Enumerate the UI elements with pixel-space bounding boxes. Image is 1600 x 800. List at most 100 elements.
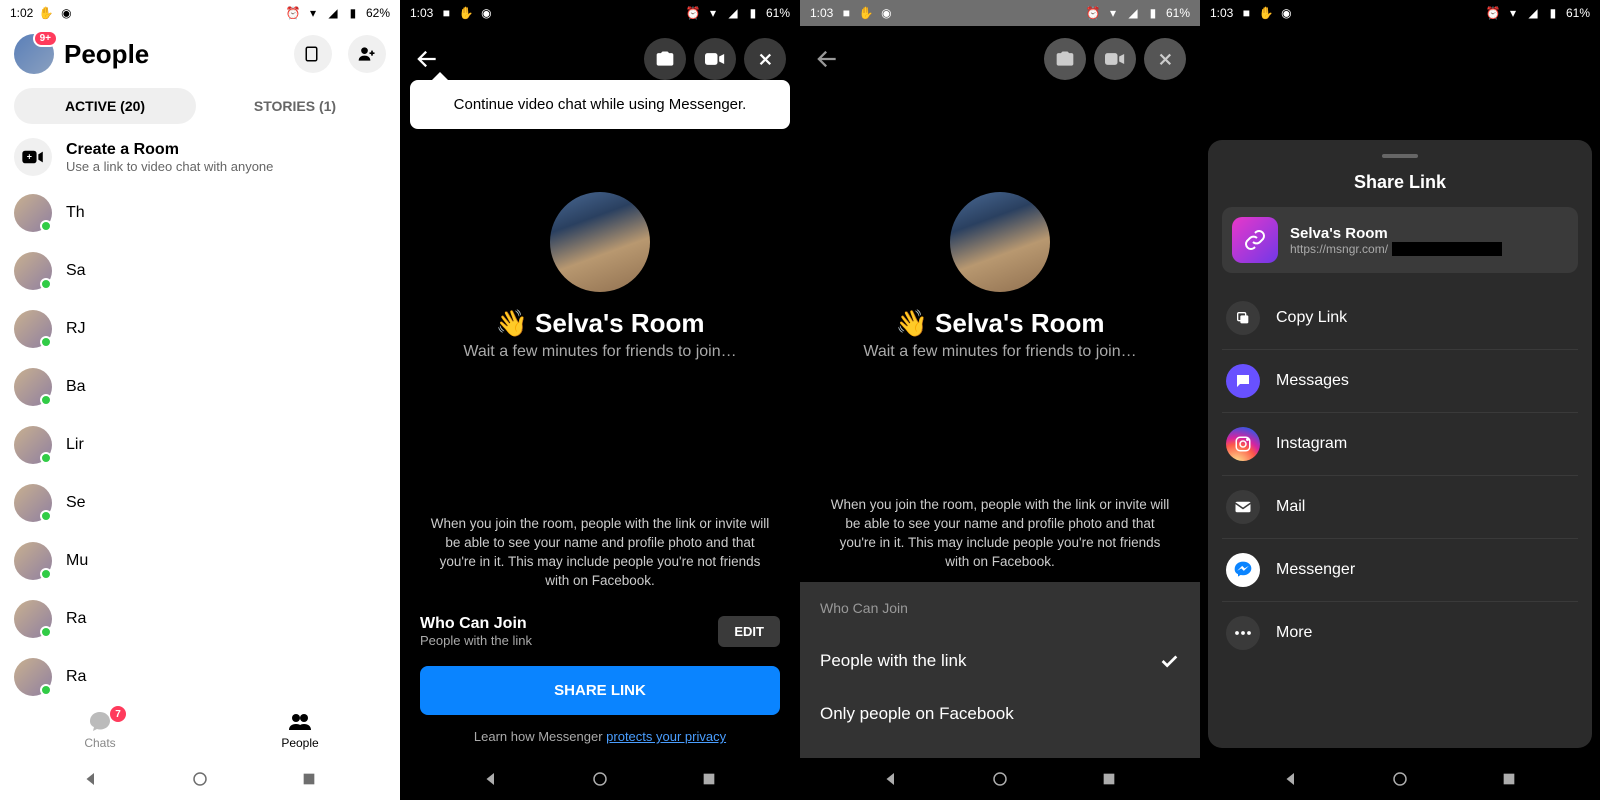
tab-chats-label: Chats — [84, 736, 115, 750]
option-link[interactable]: People with the link — [820, 634, 1180, 688]
nav-home[interactable] — [582, 761, 618, 797]
signal-icon: ◢ — [326, 6, 340, 20]
android-nav — [400, 758, 800, 800]
create-room-row[interactable]: + Create a Room Use a link to video chat… — [0, 130, 400, 184]
status-battery: 62% — [366, 6, 390, 20]
list-item[interactable]: Lir — [0, 416, 400, 474]
nav-home[interactable] — [182, 761, 218, 797]
disclaimer: When you join the room, people with the … — [820, 496, 1180, 572]
status-time: 1:03 — [1210, 6, 1233, 20]
who-can-join-row: Who Can Join People with the link EDIT — [420, 611, 780, 652]
close-button[interactable] — [1144, 38, 1186, 80]
share-link-button[interactable]: SHARE LINK — [420, 666, 780, 715]
nav-recent[interactable] — [691, 761, 727, 797]
nav-back[interactable] — [473, 761, 509, 797]
list-item[interactable]: Se — [0, 474, 400, 532]
status-bar: 1:03■✋◉ ⏰▾◢▮61% — [1200, 0, 1600, 26]
share-sheet: Share Link Selva's Room https://msngr.co… — [1208, 140, 1592, 748]
share-messages[interactable]: Messages — [1222, 350, 1578, 413]
share-copy-link[interactable]: Copy Link — [1222, 287, 1578, 350]
nav-recent[interactable] — [1091, 761, 1127, 797]
list-item[interactable]: Ra — [0, 648, 400, 702]
option-label: Only people on Facebook — [820, 704, 1014, 724]
link-icon — [1232, 217, 1278, 263]
add-person-button[interactable] — [348, 35, 386, 73]
wifi-icon: ▾ — [706, 6, 720, 20]
share-label: Mail — [1276, 498, 1305, 516]
alarm-icon: ⏰ — [1086, 6, 1100, 20]
online-dot-icon — [40, 220, 52, 232]
back-button[interactable] — [814, 46, 840, 72]
tabs: ACTIVE (20) STORIES (1) — [0, 82, 400, 130]
share-mail[interactable]: Mail — [1222, 476, 1578, 539]
nav-back[interactable] — [1273, 761, 1309, 797]
android-nav — [800, 758, 1200, 800]
profile-avatar — [550, 192, 650, 292]
profile-avatar — [950, 192, 1050, 292]
list-item[interactable]: Ba — [0, 358, 400, 416]
messenger-icon: ◉ — [59, 6, 73, 20]
nav-recent[interactable] — [1491, 761, 1527, 797]
bottom-tabs: 7 Chats People — [0, 702, 400, 758]
status-battery: 61% — [766, 6, 790, 20]
create-room-title: Create a Room — [66, 141, 273, 159]
video-button[interactable] — [694, 38, 736, 80]
share-messenger[interactable]: Messenger — [1222, 539, 1578, 602]
share-instagram[interactable]: Instagram — [1222, 413, 1578, 476]
messenger-icon: ◉ — [479, 6, 493, 20]
avatar[interactable]: 9+ — [14, 34, 54, 74]
svg-text:+: + — [27, 152, 32, 162]
list-item[interactable]: Mu — [0, 532, 400, 590]
share-more[interactable]: More — [1222, 602, 1578, 664]
contact-avatar — [14, 368, 52, 406]
edit-button[interactable]: EDIT — [718, 616, 780, 647]
list-item[interactable]: RJ — [0, 300, 400, 358]
close-button[interactable] — [744, 38, 786, 80]
contact-avatar — [14, 426, 52, 464]
nav-home[interactable] — [982, 761, 1018, 797]
pane-who-can-join: 1:03■✋◉ ⏰▾◢▮61% 👋 Selva's Room Wait a fe… — [800, 0, 1200, 800]
tab-chats[interactable]: 7 Chats — [0, 702, 200, 758]
online-dot-icon — [40, 626, 52, 638]
contact-avatar — [14, 310, 52, 348]
battery-icon: ▮ — [1546, 6, 1560, 20]
privacy-link[interactable]: protects your privacy — [606, 729, 726, 744]
camera-flip-button[interactable] — [1044, 38, 1086, 80]
mail-icon — [1226, 490, 1260, 524]
share-label: More — [1276, 624, 1312, 642]
contact-name: Lir — [66, 436, 84, 454]
online-dot-icon — [40, 684, 52, 696]
who-sheet: Who Can Join People with the link Only p… — [800, 582, 1200, 758]
list-item[interactable]: Th — [0, 184, 400, 242]
call-header — [800, 26, 1200, 92]
contact-name: Ra — [66, 610, 86, 628]
video-icon: ■ — [839, 6, 853, 20]
contact-name: Sa — [66, 262, 86, 280]
nav-back[interactable] — [73, 761, 109, 797]
nav-recent[interactable] — [291, 761, 327, 797]
tab-people[interactable]: People — [200, 702, 400, 758]
list-item[interactable]: Ra — [0, 590, 400, 648]
drag-handle[interactable] — [1382, 154, 1418, 158]
status-bar: 1:02 ✋ ◉ ⏰ ▾ ◢ ▮ 62% — [0, 0, 400, 26]
option-facebook[interactable]: Only people on Facebook — [820, 688, 1180, 740]
alarm-icon: ⏰ — [1486, 6, 1500, 20]
create-room-sub: Use a link to video chat with anyone — [66, 159, 273, 174]
nav-back[interactable] — [873, 761, 909, 797]
avatar-badge: 9+ — [33, 30, 58, 47]
contacts-button[interactable] — [294, 35, 332, 73]
back-button[interactable] — [414, 46, 440, 72]
privacy-text: Learn how Messenger protects your privac… — [474, 729, 726, 744]
contact-name: RJ — [66, 320, 86, 338]
page-title: People — [64, 39, 278, 70]
link-card[interactable]: Selva's Room https://msngr.com/ — [1222, 207, 1578, 273]
share-label: Instagram — [1276, 435, 1347, 453]
tab-active[interactable]: ACTIVE (20) — [14, 88, 196, 124]
camera-flip-button[interactable] — [644, 38, 686, 80]
room-sub: Wait a few minutes for friends to join… — [463, 343, 736, 361]
contact-list[interactable]: Th Sa RJ Ba Lir Se Mu Ra Ra — [0, 184, 400, 702]
nav-home[interactable] — [1382, 761, 1418, 797]
list-item[interactable]: Sa — [0, 242, 400, 300]
video-button[interactable] — [1094, 38, 1136, 80]
tab-stories[interactable]: STORIES (1) — [204, 88, 386, 124]
